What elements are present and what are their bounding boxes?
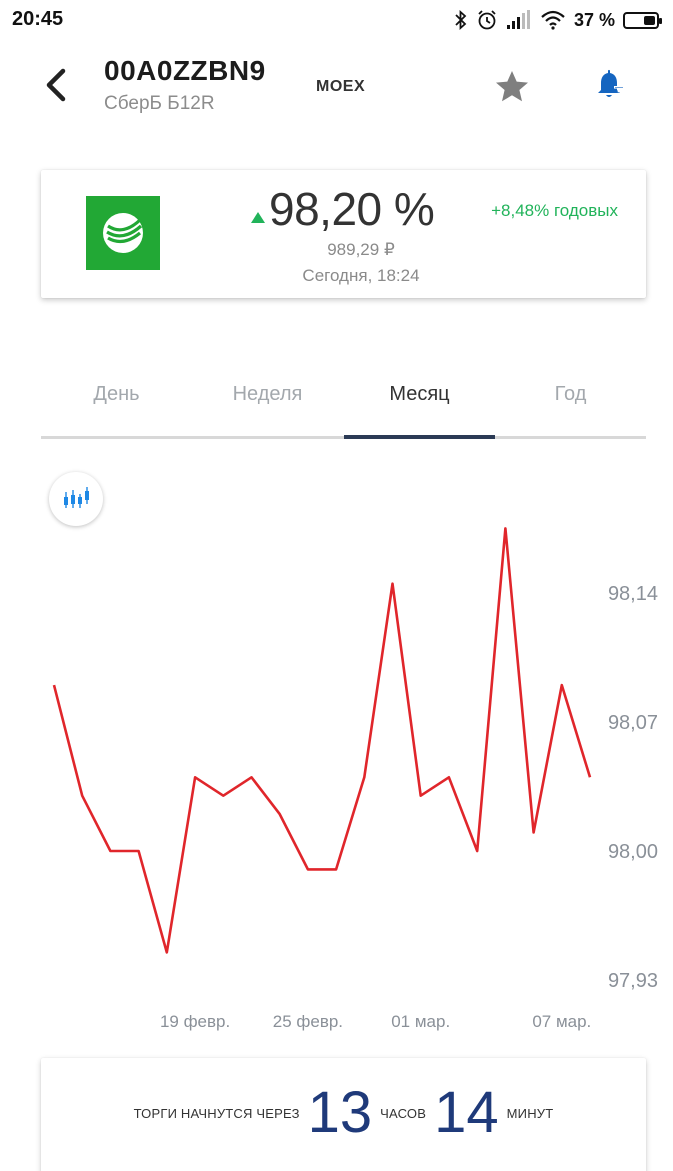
countdown-hours-label: ЧАСОВ [380,1105,427,1121]
alarm-icon [478,10,496,30]
price-percent: 98,20 % [269,183,435,235]
tab-week[interactable]: Неделя [192,383,343,406]
candlestick-icon [64,487,89,508]
favorite-button[interactable] [492,67,532,107]
bluetooth-icon [455,9,467,31]
price-card: 98,20 % 989,29 ₽ Сегодня, 18:24 +8,48% г… [41,170,646,298]
status-icons: 37 % [454,6,662,34]
chart-line-group [52,527,592,954]
app-header: 00A0ZZBN9 СберБ Б12R MOEX [0,45,673,135]
ticker-code: 00A0ZZBN9 [104,55,266,86]
x-tick-label: 19 февр. [160,1012,230,1031]
price-rub: 989,29 ₽ [327,240,395,259]
y-tick-label: 98,00 [608,841,658,863]
x-tick-label: 25 февр. [273,1012,343,1031]
sberbank-logo [86,196,160,270]
y-tick-label: 97,93 [608,970,658,992]
battery-fill [644,15,655,25]
candlestick-toggle-button[interactable] [49,472,103,526]
back-button[interactable] [36,65,76,105]
price-chart[interactable]: 98,14 98,07 98,00 97,93 19 февр. 25 февр. 01 … [0,480,673,1040]
x-axis-labels: 19 февр. 25 февр. 01 мар. 07 мар. [160,1012,591,1031]
x-tick-label: 01 мар. [391,1012,450,1031]
signal-icon [506,10,530,29]
tab-day[interactable]: День [41,383,192,406]
period-tabs: День Неделя Месяц Год [41,365,646,440]
star-icon [496,71,528,102]
battery-icon [623,11,662,29]
battery-percent: 37 % [573,9,615,30]
tab-year[interactable]: Год [495,383,646,406]
countdown-minutes: 14 [434,1080,499,1145]
price-updated-time: Сегодня, 18:24 [302,266,420,285]
bell-add-icon [598,69,624,97]
status-time: 20:45 [12,8,64,30]
countdown-minutes-label: МИНУТ [506,1105,554,1121]
active-tab-indicator [344,435,495,439]
yield-value: +8,48% годовых [491,201,618,220]
bond-name: СберБ Б12R [104,93,215,114]
status-bar: 20:45 37 % [0,0,673,40]
y-tick-label: 98,14 [608,583,658,605]
price-line [52,527,592,954]
trading-countdown-card: ТОРГИ НАЧНУТСЯ ЧЕРЕЗ 13 ЧАСОВ 14 МИНУТ [41,1058,646,1171]
price-row: 98,20 % [251,182,435,236]
add-alert-button[interactable] [590,65,630,105]
trading-countdown: ТОРГИ НАЧНУТСЯ ЧЕРЕЗ 13 ЧАСОВ 14 МИНУТ [41,1058,646,1168]
wifi-icon [541,10,565,30]
price-up-arrow-icon [251,212,265,223]
back-arrow-icon [46,68,66,102]
y-tick-label: 98,07 [608,712,658,734]
countdown-hours: 13 [307,1080,373,1145]
tab-month[interactable]: Месяц [344,383,495,406]
y-axis-labels: 98,14 98,07 98,00 97,93 [608,583,658,992]
x-tick-label: 07 мар. [532,1012,591,1031]
countdown-prefix: ТОРГИ НАЧНУТСЯ ЧЕРЕЗ [133,1105,300,1121]
exchange-label: MOEX [316,78,366,95]
